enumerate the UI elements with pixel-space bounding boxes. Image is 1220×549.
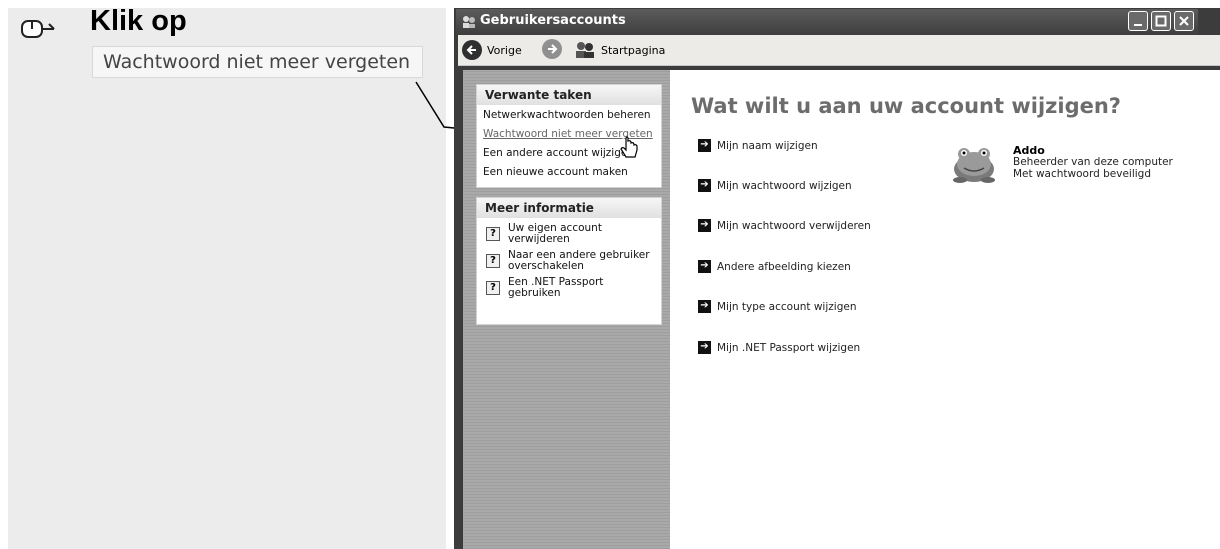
users-icon: [576, 42, 594, 58]
action-change-account-type[interactable]: ➔ Mijn type account wijzigen: [698, 300, 856, 313]
arrow-right-icon: ➔: [698, 139, 711, 152]
action-label: Mijn wachtwoord wijzigen: [717, 179, 852, 192]
title-bar: Gebruikersaccounts: [456, 9, 1198, 35]
maximize-icon: [1155, 15, 1167, 27]
arrow-right-icon: ➔: [698, 260, 711, 273]
mouse-pointer-icon: [21, 20, 55, 38]
close-icon: [1179, 16, 1189, 26]
more-info-header: Meer informatie: [477, 198, 661, 218]
toolbar: Vorige Startpagina: [458, 35, 1220, 66]
user-password-status: Met wachtwoord beveiligd: [1013, 168, 1151, 180]
action-label: Mijn type account wijzigen: [717, 300, 857, 313]
minimize-button[interactable]: [1128, 11, 1148, 31]
action-remove-password[interactable]: ➔ Mijn wachtwoord verwijderen: [698, 219, 871, 232]
action-label: Andere afbeelding kiezen: [717, 260, 851, 273]
user-role: Beheerder van deze computer: [1013, 156, 1173, 168]
action-change-passport[interactable]: ➔ Mijn .NET Passport wijzigen: [698, 341, 860, 354]
frog-avatar: [953, 148, 995, 183]
close-button[interactable]: [1174, 11, 1194, 31]
arrow-right-icon: ➔: [698, 179, 711, 192]
info-text: Naar een andere gebruiker overschakelen: [508, 249, 650, 272]
action-label: Mijn .NET Passport wijzigen: [717, 341, 861, 354]
more-info-box: Meer informatie ? Uw eigen account verwi…: [476, 197, 662, 325]
help-icon: ?: [486, 227, 500, 241]
info-text: Een .NET Passport gebruiken: [508, 276, 604, 299]
hand-cursor-icon: [620, 136, 638, 158]
instruction-panel: [8, 8, 446, 549]
info-text: Uw eigen account verwijderen: [508, 222, 602, 245]
info-item-switch-user[interactable]: ? Naar een andere gebruiker overschakele…: [486, 250, 661, 272]
info-item-remove-account[interactable]: ? Uw eigen account verwijderen: [486, 223, 661, 245]
forward-arrow-icon: [542, 39, 562, 59]
home-label: Startpagina: [601, 43, 666, 57]
forward-button[interactable]: [542, 39, 562, 59]
task-link-new-account[interactable]: Een nieuwe account maken: [483, 164, 661, 181]
action-change-password[interactable]: ➔ Mijn wachtwoord wijzigen: [698, 179, 852, 192]
target-label: Wachtwoord niet meer vergeten: [92, 46, 424, 78]
action-change-picture[interactable]: ➔ Andere afbeelding kiezen: [698, 260, 851, 273]
task-link-network-passwords[interactable]: Netwerkwachtwoorden beheren: [483, 107, 661, 124]
users-icon: [463, 16, 475, 28]
home-button[interactable]: Startpagina: [574, 39, 665, 61]
help-icon: ?: [486, 254, 500, 268]
window-title: Gebruikersaccounts: [480, 13, 626, 28]
help-icon: ?: [486, 281, 500, 295]
action-change-name[interactable]: ➔ Mijn naam wijzigen: [698, 139, 818, 152]
action-label: Mijn naam wijzigen: [717, 139, 818, 152]
instruction-text: Klik op: [90, 5, 187, 37]
arrow-right-icon: ➔: [698, 300, 711, 313]
page-title: Wat wilt u aan uw account wijzigen?: [691, 94, 1121, 118]
minimize-icon: [1134, 24, 1142, 26]
related-tasks-header: Verwante taken: [477, 85, 661, 105]
arrow-right-icon: ➔: [698, 341, 711, 354]
info-item-net-passport[interactable]: ? Een .NET Passport gebruiken: [486, 277, 661, 299]
back-button[interactable]: Vorige: [462, 39, 522, 61]
back-arrow-icon: [462, 40, 482, 60]
action-label: Mijn wachtwoord verwijderen: [717, 219, 871, 232]
maximize-button[interactable]: [1151, 11, 1171, 31]
arrow-right-icon: ➔: [698, 219, 711, 232]
back-label: Vorige: [487, 43, 522, 57]
